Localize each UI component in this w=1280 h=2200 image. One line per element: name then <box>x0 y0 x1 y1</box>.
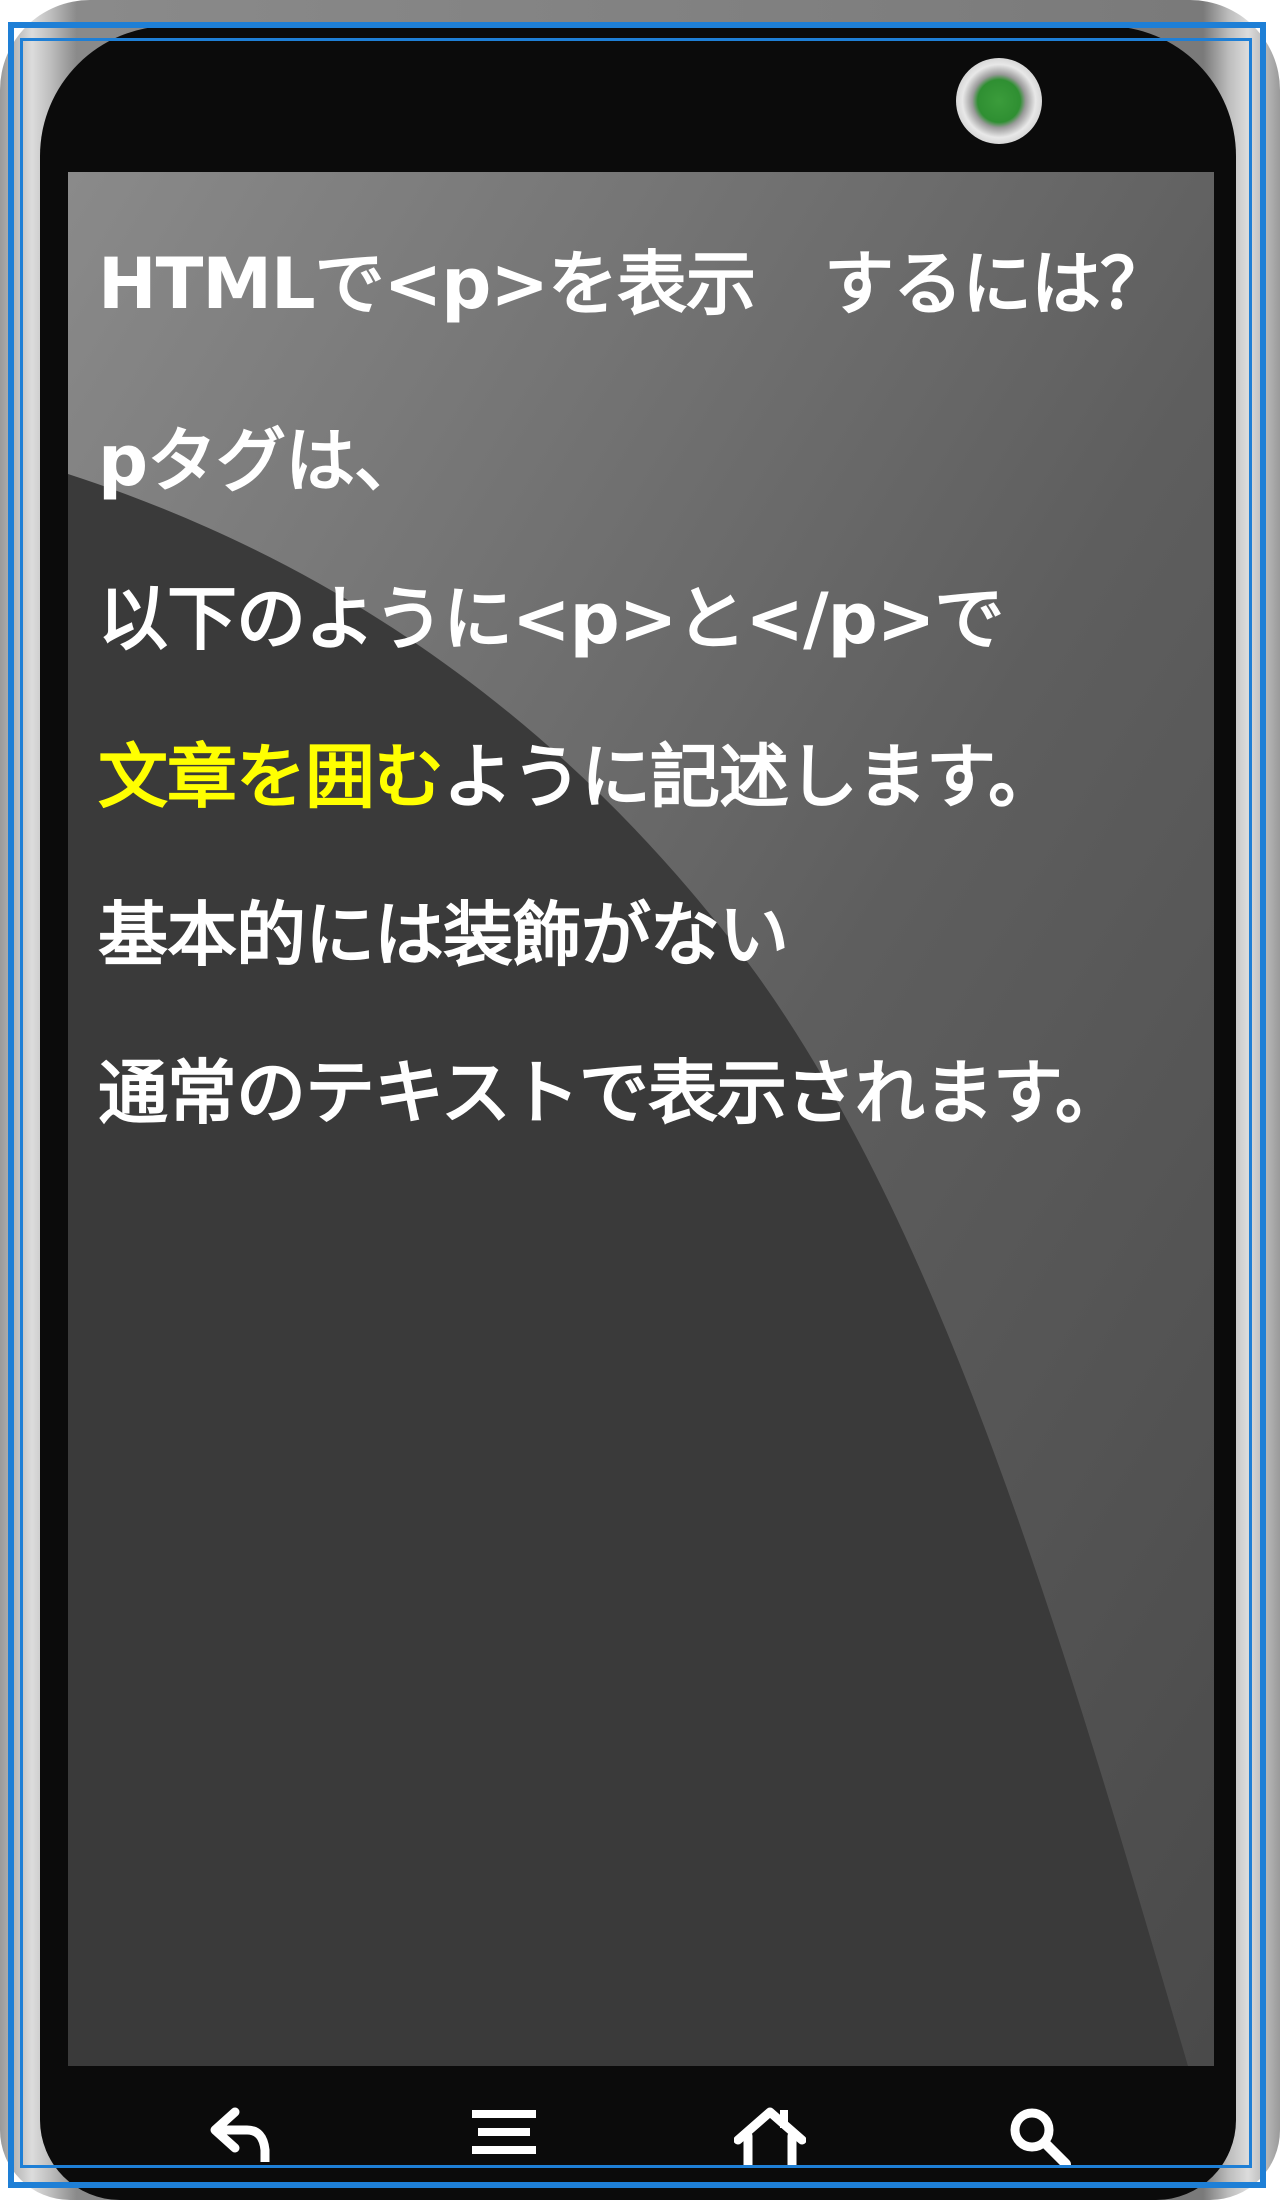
answer-line-3-rest: ように記述します。 <box>443 736 1058 818</box>
phone-screen: HTMLで<p>を表示 するには？ pタグは、 以下のように<p>と</p>で … <box>68 172 1214 2066</box>
answer-line-2: 以下のように<p>と</p>で <box>98 578 1004 660</box>
search-button[interactable] <box>1000 2106 1080 2186</box>
menu-button[interactable] <box>464 2106 544 2186</box>
message-text: HTMLで<p>を表示 するには？ pタグは、 以下のように<p>と</p>で … <box>98 224 1198 1172</box>
search-icon <box>1010 2108 1071 2166</box>
menu-icon <box>472 2110 536 2154</box>
home-icon <box>734 2107 806 2166</box>
answer-line-3: 文章を囲むように記述します。 <box>98 698 1198 856</box>
question-line: HTMLで<p>を表示 するには？ <box>98 243 1170 325</box>
home-button[interactable] <box>730 2106 810 2186</box>
navigation-bar <box>68 2066 1214 2200</box>
phone-device: HTMLで<p>を表示 するには？ pタグは、 以下のように<p>と</p>で … <box>0 0 1280 2200</box>
back-button[interactable] <box>200 2106 280 2186</box>
answer-line-4: 基本的には装飾がない <box>98 894 789 976</box>
answer-line-1: pタグは、 <box>98 420 424 502</box>
answer-line-5: 通常のテキストで表示されます。 <box>98 1052 1125 1134</box>
back-icon <box>210 2107 270 2162</box>
highlighted-text: 文章を囲む <box>98 736 444 818</box>
status-indicator-light <box>956 58 1042 144</box>
